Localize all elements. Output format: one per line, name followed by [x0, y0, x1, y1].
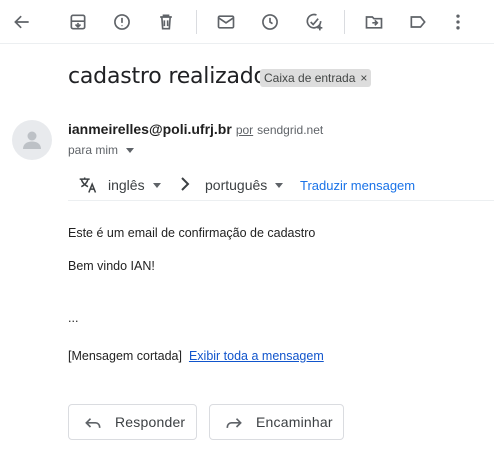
- target-language-select[interactable]: português: [205, 177, 284, 193]
- clipped-message-text: [Mensagem cortada]: [68, 349, 182, 363]
- sender-line: ianmeirelles@poli.ufrj.br por sendgrid.n…: [68, 121, 323, 137]
- target-language-label: português: [205, 177, 268, 193]
- recipient-text: para mim: [68, 143, 119, 157]
- forward-icon: [226, 418, 242, 428]
- delete-icon[interactable]: [148, 4, 184, 40]
- email-subject: cadastro realizado: [68, 64, 267, 89]
- person-icon: [23, 131, 41, 149]
- label-chip-text: Caixa de entrada: [264, 71, 356, 85]
- recipient-details-toggle[interactable]: para mim: [68, 143, 135, 157]
- toolbar-divider: [344, 10, 345, 34]
- remove-label-icon[interactable]: ×: [360, 69, 367, 87]
- translate-message-link[interactable]: Traduzir mensagem: [300, 178, 415, 193]
- body-ellipsis: ...: [68, 311, 79, 325]
- reply-button[interactable]: Responder: [68, 404, 197, 440]
- snooze-icon[interactable]: [252, 4, 288, 40]
- translate-bar: inglês português Traduzir mensagem: [68, 171, 494, 201]
- toolbar-divider: [196, 10, 197, 34]
- body-line-2: Bem vindo IAN!: [68, 259, 155, 273]
- archive-icon[interactable]: [60, 4, 96, 40]
- via-domain: sendgrid.net: [257, 123, 324, 137]
- chevron-right-icon: [181, 177, 190, 191]
- labels-icon[interactable]: [400, 4, 436, 40]
- reply-label: Responder: [115, 414, 186, 430]
- avatar: [12, 120, 52, 160]
- translate-icon: [79, 177, 97, 193]
- chevron-down-icon: [275, 182, 284, 188]
- forward-button[interactable]: Encaminhar: [209, 404, 344, 440]
- chevron-down-icon: [126, 147, 135, 153]
- view-entire-message-link[interactable]: Exibir toda a mensagem: [189, 349, 324, 363]
- toolbar: [0, 0, 494, 44]
- report-spam-icon[interactable]: [104, 4, 140, 40]
- reply-icon: [85, 418, 101, 428]
- source-language-label: inglês: [108, 177, 145, 193]
- add-to-tasks-icon[interactable]: [296, 4, 332, 40]
- move-to-icon[interactable]: [356, 4, 392, 40]
- more-icon[interactable]: [440, 4, 476, 40]
- sender-name[interactable]: ianmeirelles@poli.ufrj.br: [68, 121, 232, 137]
- clipped-message-line: [Mensagem cortada] Exibir toda a mensage…: [68, 349, 324, 363]
- mark-unread-icon[interactable]: [208, 4, 244, 40]
- source-language-select[interactable]: inglês: [108, 177, 161, 193]
- forward-label: Encaminhar: [256, 414, 333, 430]
- body-line-1: Este é um email de confirmação de cadast…: [68, 226, 316, 240]
- inbox-label-chip[interactable]: Caixa de entrada ×: [260, 69, 372, 87]
- back-icon[interactable]: [4, 4, 40, 40]
- via-link[interactable]: por: [236, 123, 253, 137]
- chevron-down-icon: [152, 182, 161, 188]
